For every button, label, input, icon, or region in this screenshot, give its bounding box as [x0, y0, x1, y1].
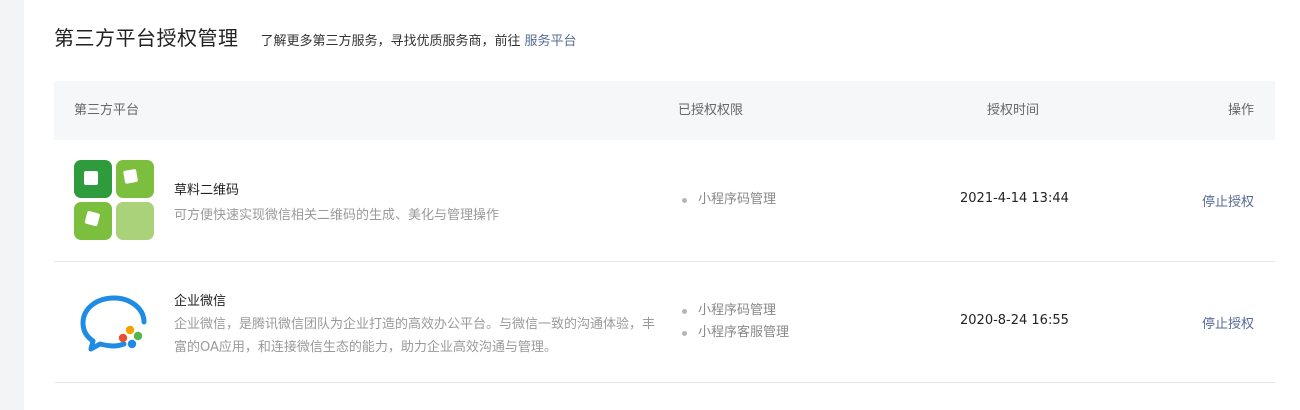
app-info: 企业微信 企业微信，是腾讯微信团队为企业打造的高效办公平台。与微信一致的沟通体验… — [174, 290, 656, 359]
app-name: 草料二维码 — [174, 183, 240, 198]
header: 第三方平台授权管理 了解更多第三方服务，寻找优质服务商，前往 服务平台 — [54, 22, 577, 51]
caoliao-qrcode-logo-graphic — [74, 160, 154, 240]
stop-authorization-button[interactable]: 停止授权 — [1202, 313, 1254, 332]
column-header-time: 授权时间 — [987, 103, 1040, 118]
table-row: 企业微信 企业微信，是腾讯微信团队为企业打造的高效办公平台。与微信一致的沟通体验… — [54, 262, 1275, 383]
app-name: 企业微信 — [174, 294, 227, 309]
app-description: 企业微信，是腾讯微信团队为企业打造的高效办公平台。与微信一致的沟通体验，丰富的O… — [174, 317, 656, 355]
auth-time: 2020-8-24 16:55 — [960, 313, 1069, 328]
permission-item: 小程序码管理 — [678, 300, 789, 322]
permission-label: 小程序码管理 — [698, 192, 777, 207]
bullet-dot — [682, 309, 687, 314]
wecom-logo — [74, 282, 154, 362]
column-header-action: 操作 — [1227, 103, 1254, 118]
page-title: 第三方平台授权管理 — [54, 26, 239, 50]
bullet-dot — [682, 331, 687, 336]
permission-item: 小程序客服管理 — [678, 322, 789, 344]
permission-label: 小程序客服管理 — [698, 325, 790, 340]
column-header-platform: 第三方平台 — [74, 103, 140, 118]
permission-item: 小程序码管理 — [678, 189, 776, 211]
app-info: 草料二维码 可方便快速实现微信相关二维码的生成、美化与管理操作 — [174, 179, 656, 227]
bullet-dot — [682, 198, 687, 203]
page-description: 了解更多第三方服务，寻找优质服务商，前往 — [260, 34, 521, 49]
column-header-permissions: 已授权权限 — [678, 103, 744, 118]
table-row: 草料二维码 可方便快速实现微信相关二维码的生成、美化与管理操作 小程序码管理 2… — [54, 140, 1275, 262]
permission-list: 小程序码管理 小程序客服管理 — [678, 300, 789, 344]
table-header: 第三方平台 已授权权限 授权时间 操作 — [54, 81, 1275, 140]
stop-authorization-button[interactable]: 停止授权 — [1202, 191, 1254, 210]
permission-label: 小程序码管理 — [698, 303, 777, 318]
wecom-logo-graphic — [80, 295, 147, 352]
auth-time: 2021-4-14 13:44 — [960, 191, 1069, 206]
page: 第三方平台授权管理 了解更多第三方服务，寻找优质服务商，前往 服务平台 第三方平… — [24, 0, 1300, 410]
app-description: 可方便快速实现微信相关二维码的生成、美化与管理操作 — [174, 208, 500, 223]
permission-list: 小程序码管理 — [678, 189, 776, 211]
authorization-table: 第三方平台 已授权权限 授权时间 操作 草料二维码 可方便快速实现微信相关二维码… — [54, 81, 1275, 383]
caoliao-qrcode-logo — [74, 160, 154, 240]
service-platform-link[interactable]: 服务平台 — [525, 30, 577, 49]
